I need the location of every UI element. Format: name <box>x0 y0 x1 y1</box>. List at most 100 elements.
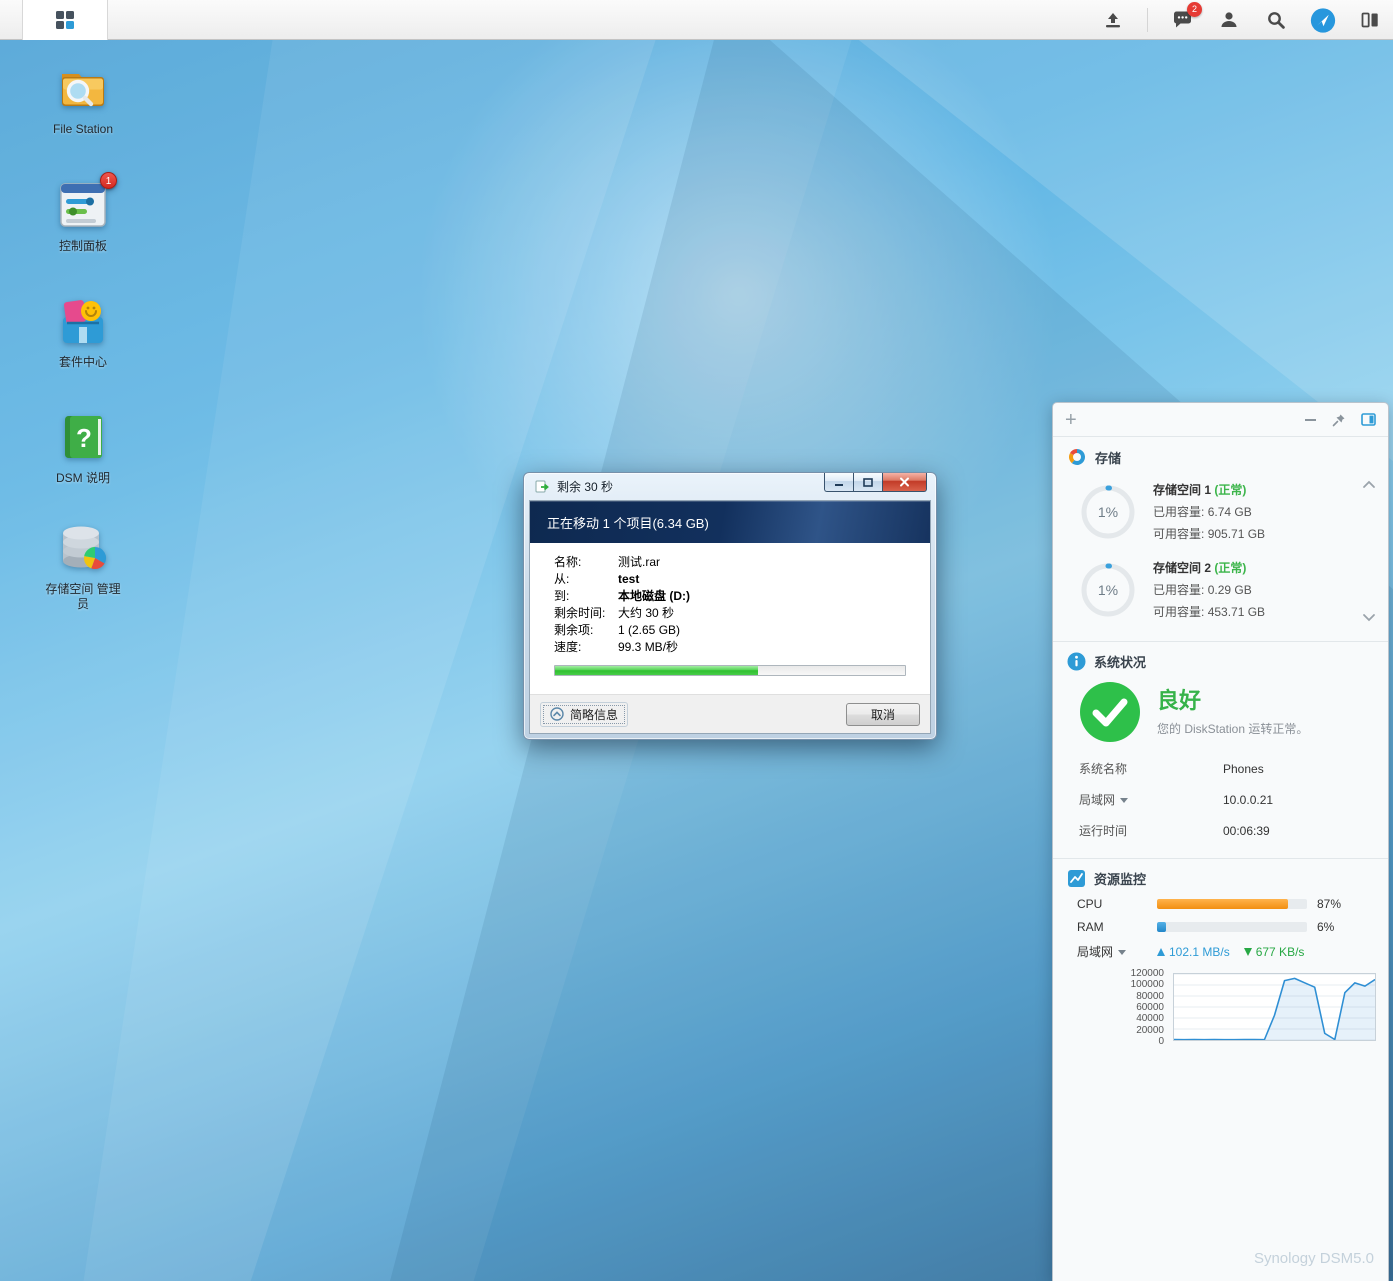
dialog-titlebar[interactable]: 剩余 30 秒 <box>524 473 936 500</box>
background-task-button[interactable] <box>1100 7 1126 33</box>
uptime-value: 00:06:39 <box>1223 824 1270 838</box>
desktop-icon-storage-manager[interactable]: 存储空间 管理员 <box>40 520 126 612</box>
volume-status: (正常) <box>1214 561 1246 575</box>
search-button[interactable] <box>1263 7 1289 33</box>
desktop-icon-control-panel[interactable]: 1 控制面板 <box>40 177 126 254</box>
dialog-title: 剩余 30 秒 <box>557 478 613 495</box>
pin-icon <box>1332 413 1346 427</box>
field-value: 测试.rar <box>618 554 660 571</box>
free-value: 453.71 GB <box>1208 605 1265 619</box>
desktop-icon-label: 套件中心 <box>40 355 126 370</box>
desktop-icon-package-center[interactable]: 套件中心 <box>40 293 126 370</box>
volume-2-percent: 1% <box>1079 561 1137 619</box>
cancel-button[interactable]: 取消 <box>846 703 920 726</box>
desktop-icon-dsm-help[interactable]: ? DSM 说明 <box>40 409 126 486</box>
add-widget-button[interactable]: + <box>1065 410 1077 430</box>
cpu-percent: 87% <box>1317 897 1341 911</box>
volume-row-1: 1% 存储空间 1 (正常) 已用容量: 6.74 GB 可用容量: 905.7… <box>1053 473 1388 551</box>
copy-files-icon <box>534 479 550 495</box>
show-widgets-button[interactable] <box>1357 7 1383 33</box>
dsm-help-icon: ? <box>55 409 111 465</box>
desktop-icon-label: DSM 说明 <box>40 471 126 486</box>
lan-throughput-row: 局域网 102.1 MB/s 677 KB/s <box>1053 943 1388 960</box>
toggle-details-label: 简略信息 <box>570 706 618 723</box>
pilot-view-button[interactable] <box>1310 7 1336 33</box>
copy-progress-dialog: 剩余 30 秒 正在移动 1 个项目(6.34 GB) 名称:测试.rar 从:… <box>523 472 937 740</box>
chart-y-axis: 120000100000800006000040000200000 <box>1077 973 1173 1043</box>
field-value: 99.3 MB/秒 <box>618 639 678 656</box>
system-health-widget: 系统状况 良好 您的 DiskStation 运转正常。 系统名称 Phones… <box>1053 642 1388 859</box>
dialog-body: 名称:测试.rar 从:test 到:本地磁盘 (D:) 剩余时间:大约 30 … <box>530 543 930 676</box>
file-station-icon <box>55 60 111 116</box>
notifications-button[interactable]: 2 <box>1169 7 1195 33</box>
lan-ip-value: 10.0.0.21 <box>1223 793 1273 807</box>
svg-text:?: ? <box>76 423 92 453</box>
dock-panel-button[interactable] <box>1361 413 1376 426</box>
field-label: 速度: <box>554 639 618 656</box>
lan-ip-row: 局域网 10.0.0.21 <box>1053 784 1388 815</box>
volume-row-2: 1% 存储空间 2 (正常) 已用容量: 0.29 GB 可用容量: 453.7… <box>1053 551 1388 629</box>
chart-y-tick: 20000 <box>1094 1026 1164 1036</box>
chevron-up-icon <box>1362 480 1376 489</box>
package-center-icon <box>55 293 111 349</box>
pilot-view-icon <box>1310 7 1336 34</box>
collapse-volume-button[interactable] <box>1362 477 1376 492</box>
minimize-button[interactable] <box>824 473 853 492</box>
desktop-icon-label: 存储空间 管理员 <box>40 582 126 612</box>
toggle-details-button[interactable]: 简略信息 <box>540 702 628 727</box>
lan-dropdown[interactable]: 局域网 <box>1079 791 1223 808</box>
health-status-message: 您的 DiskStation 运转正常。 <box>1157 720 1308 737</box>
chart-y-tick: 0 <box>1094 1037 1164 1047</box>
used-value: 6.74 GB <box>1208 505 1252 519</box>
used-label: 已用容量: <box>1153 505 1204 519</box>
volume-2-usage-gauge: 1% <box>1079 561 1137 619</box>
field-value: test <box>618 571 639 588</box>
close-icon <box>899 477 910 487</box>
health-ok-check-icon <box>1079 681 1141 743</box>
cpu-row: CPU 87% <box>1053 897 1388 911</box>
system-name-row: 系统名称 Phones <box>1053 753 1388 784</box>
cpu-bar-fill <box>1157 899 1288 909</box>
resource-monitor-icon <box>1067 869 1086 888</box>
taskbar: 2 <box>0 0 1393 40</box>
close-button[interactable] <box>882 473 927 492</box>
copy-progress-bar <box>554 665 906 676</box>
used-label: 已用容量: <box>1153 583 1204 597</box>
control-panel-badge: 1 <box>100 172 117 189</box>
lan-download-value: 677 KB/s <box>1256 945 1305 959</box>
chart-y-tick: 60000 <box>1094 1003 1164 1013</box>
lan-metric-dropdown[interactable]: 局域网 <box>1077 943 1157 960</box>
ram-label: RAM <box>1077 920 1157 934</box>
minimize-icon <box>834 478 844 487</box>
chart-y-tick: 120000 <box>1094 969 1164 979</box>
system-health-title: 系统状况 <box>1094 652 1146 671</box>
minimize-icon <box>1304 413 1317 426</box>
system-name-value: Phones <box>1223 762 1264 776</box>
widgets-icon <box>1360 10 1380 30</box>
maximize-icon <box>863 478 873 487</box>
main-menu-button[interactable] <box>22 0 108 40</box>
maximize-button[interactable] <box>853 473 882 492</box>
expand-volume-button[interactable] <box>1362 610 1376 625</box>
search-icon <box>1266 10 1286 30</box>
user-menu-button[interactable] <box>1216 7 1242 33</box>
dialog-footer: 简略信息 取消 <box>530 694 930 733</box>
desktop-icon-file-station[interactable]: File Station <box>40 60 126 137</box>
volume-1-usage-gauge: 1% <box>1079 483 1137 541</box>
desktop-icon-label: File Station <box>40 122 126 137</box>
minimize-panel-button[interactable] <box>1304 413 1317 426</box>
notification-badge: 2 <box>1187 2 1202 17</box>
cpu-bar <box>1157 899 1307 909</box>
pin-panel-button[interactable] <box>1332 413 1346 427</box>
chevron-down-icon <box>1118 950 1126 955</box>
lan-throughput-chart: 120000100000800006000040000200000 <box>1053 969 1388 1045</box>
widget-panel-header: + <box>1053 403 1388 437</box>
volume-status: (正常) <box>1214 483 1246 497</box>
chart-y-tick: 80000 <box>1094 992 1164 1002</box>
uptime-row: 运行时间 00:06:39 <box>1053 815 1388 846</box>
download-arrow-icon <box>1244 948 1252 956</box>
field-label: 到: <box>554 588 618 605</box>
widget-panel: + <box>1052 402 1389 1281</box>
field-label: 从: <box>554 571 618 588</box>
uptime-label: 运行时间 <box>1079 822 1127 839</box>
